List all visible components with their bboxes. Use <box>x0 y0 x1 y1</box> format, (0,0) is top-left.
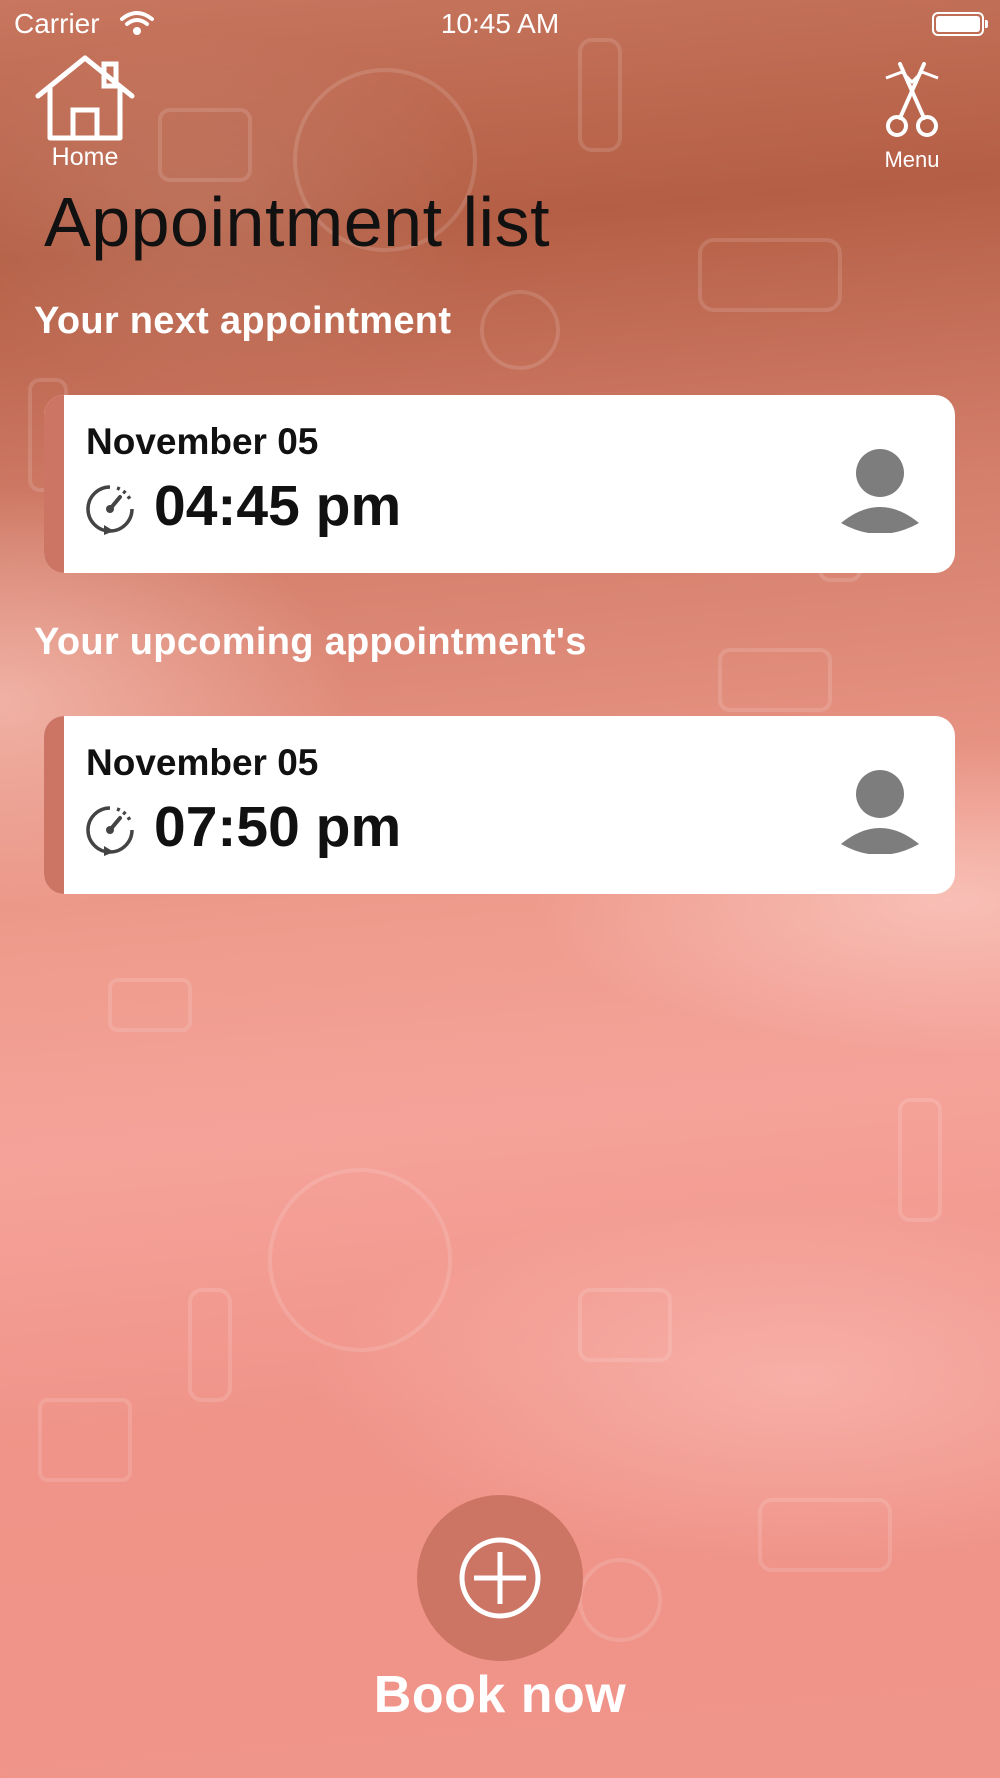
page-title: Appointment list <box>44 183 551 261</box>
upcoming-appointments-heading: Your upcoming appointment's <box>34 621 587 663</box>
user-avatar-icon <box>841 449 919 533</box>
next-appointment-heading: Your next appointment <box>34 300 452 342</box>
battery-icon <box>932 12 988 36</box>
house-icon <box>35 55 135 141</box>
card-accent-bar <box>44 395 64 573</box>
appointment-time: 04:45 pm <box>154 474 402 538</box>
menu-button[interactable]: Menu <box>864 60 960 173</box>
appointment-time: 07:50 pm <box>154 795 402 859</box>
appointment-date: November 05 <box>86 421 319 462</box>
home-label: Home <box>51 143 119 171</box>
book-now-label[interactable]: Book now <box>0 1665 1000 1725</box>
plus-circle-icon <box>459 1537 541 1619</box>
clock-icon <box>86 485 134 535</box>
book-now-button[interactable] <box>417 1495 583 1661</box>
status-time: 10:45 AM <box>440 8 560 39</box>
next-appointment-card[interactable]: November 05 04:45 pm <box>44 395 955 573</box>
clock-icon <box>86 806 134 856</box>
status-bar: Carrier 10:45 AM <box>0 0 1000 50</box>
appointment-date: November 05 <box>86 742 319 783</box>
home-button[interactable]: Home <box>30 52 140 172</box>
upcoming-appointment-card[interactable]: November 05 07:50 pm <box>44 716 955 894</box>
menu-label: Menu <box>884 147 940 172</box>
user-avatar-icon <box>841 770 919 854</box>
scissors-icon <box>885 62 939 137</box>
card-accent-bar <box>44 716 64 894</box>
